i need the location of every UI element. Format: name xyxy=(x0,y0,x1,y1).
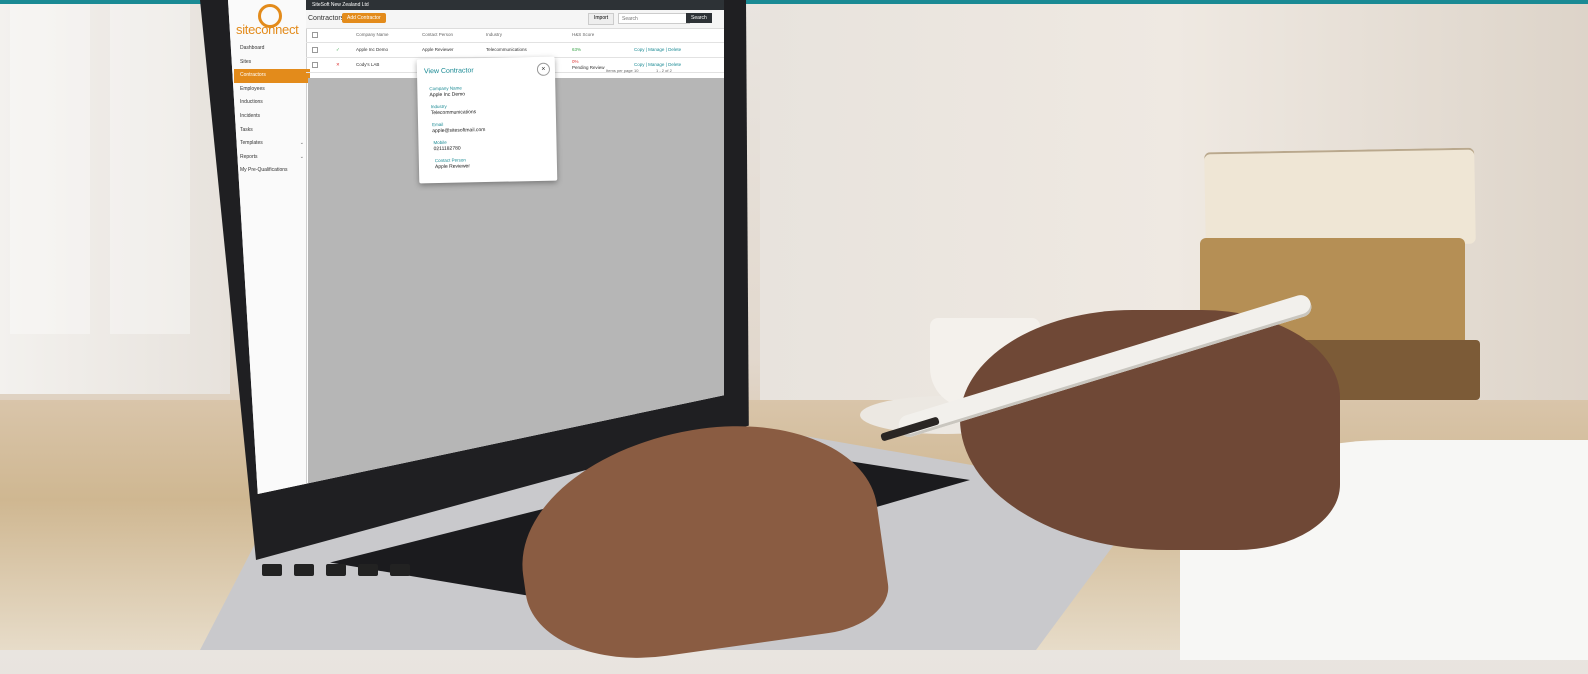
industry: Telecommunications xyxy=(486,47,527,52)
logo-text: siteconnect xyxy=(236,22,299,37)
search-button[interactable]: Search xyxy=(686,13,712,23)
field-value: 0211182780 xyxy=(433,145,461,153)
view-contractor-modal: View Contractor × Company Name Apple Inc… xyxy=(416,56,558,184)
sidebar-item-reports[interactable]: Reports ⌄ xyxy=(234,151,310,165)
sidebar-item-label: Inductions xyxy=(240,99,263,106)
sidebar-item-inductions[interactable]: Inductions xyxy=(234,96,310,110)
chevron-down-icon: ⌄ xyxy=(299,153,304,160)
close-icon[interactable]: × xyxy=(536,62,551,76)
window-blind xyxy=(110,4,190,334)
search-input[interactable] xyxy=(618,13,690,24)
sidebar-item-label: Reports xyxy=(240,153,258,160)
table-header-row: Company Name Contact Person Industry H&S… xyxy=(306,28,724,43)
sidebar-item-label: Incidents xyxy=(240,112,261,119)
sidebar-item-employees[interactable]: Employees xyxy=(234,83,310,97)
laptop-ports xyxy=(262,563,522,603)
field-value: Apple Inc Demo xyxy=(429,91,466,99)
sidebar-item-label: Sites xyxy=(240,58,252,65)
app-top-bar: SiteSoft New Zealand Ltd xyxy=(306,0,724,10)
window-blind xyxy=(10,4,90,334)
sidebar-item-my-pre-qualifications[interactable]: My Pre-Qualifications xyxy=(234,164,310,178)
sidebar-item-contractors[interactable]: Contractors xyxy=(234,69,310,83)
column-header[interactable]: H&S Score xyxy=(572,32,594,37)
sidebar-nav: Dashboard Sites Contractors Employees In… xyxy=(234,42,310,178)
field-label: Contact Person xyxy=(434,157,466,164)
sidebar-item-label: Dashboard xyxy=(240,45,265,51)
field-value: Telecommunications xyxy=(430,109,477,117)
row-actions[interactable]: Copy | Manage | Delete xyxy=(634,47,681,52)
add-contractor-button[interactable]: Add Contractor xyxy=(342,13,386,23)
check-icon: ✓ xyxy=(336,47,340,52)
sidebar-item-label: Tasks xyxy=(240,126,253,133)
page-header: Contractors Add Contractor Import Search xyxy=(306,10,724,29)
field-label: Email xyxy=(432,121,444,128)
field-value: Apple Reviewer xyxy=(434,163,471,171)
field-value: apple@sitesoftmail.com xyxy=(432,127,486,135)
book-top xyxy=(1204,147,1476,249)
sidebar-item-label: Templates xyxy=(240,140,263,147)
column-header[interactable]: Industry xyxy=(486,32,502,37)
field-label: Mobile xyxy=(433,139,447,146)
sidebar-item-label: Contractors xyxy=(240,72,266,79)
contact-person: Apple Reviewer xyxy=(422,47,454,52)
modal-title: View Contractor xyxy=(423,67,474,76)
column-header[interactable]: Contact Person xyxy=(422,32,453,37)
sidebar-item-templates[interactable]: Templates ⌄ xyxy=(234,137,310,151)
column-header[interactable]: Company Name xyxy=(356,32,389,37)
row-checkbox[interactable] xyxy=(312,47,318,53)
hs-score: 63% xyxy=(572,47,582,52)
page-range: 1 - 2 of 2 xyxy=(656,68,672,73)
field-label: Company Name xyxy=(429,85,462,92)
sidebar-item-tasks[interactable]: Tasks xyxy=(234,124,310,138)
import-button[interactable]: Import xyxy=(588,13,615,25)
items-per-page-label: Items per page xyxy=(606,68,633,73)
table-row[interactable]: ✓ Apple Inc Demo Apple Reviewer Telecomm… xyxy=(306,43,724,58)
company-name: Apple Inc Demo xyxy=(356,47,389,52)
select-all-checkbox[interactable] xyxy=(312,32,318,38)
sidebar-item-incidents[interactable]: Incidents xyxy=(234,110,310,124)
items-per-page-select[interactable]: 10 xyxy=(634,68,638,73)
sidebar-item-dashboard[interactable]: Dashboard xyxy=(234,42,310,56)
page-title: Contractors xyxy=(308,15,345,22)
sidebar-item-label: My Pre-Qualifications xyxy=(240,167,288,174)
chevron-down-icon: ⌄ xyxy=(299,140,304,147)
sidebar-item-label: Employees xyxy=(240,85,265,92)
field-label: Industry xyxy=(430,103,447,110)
hs-score: 0% xyxy=(572,59,579,64)
sidebar-item-sites[interactable]: Sites xyxy=(234,56,310,70)
org-selector[interactable]: SiteSoft New Zealand Ltd xyxy=(312,2,369,8)
